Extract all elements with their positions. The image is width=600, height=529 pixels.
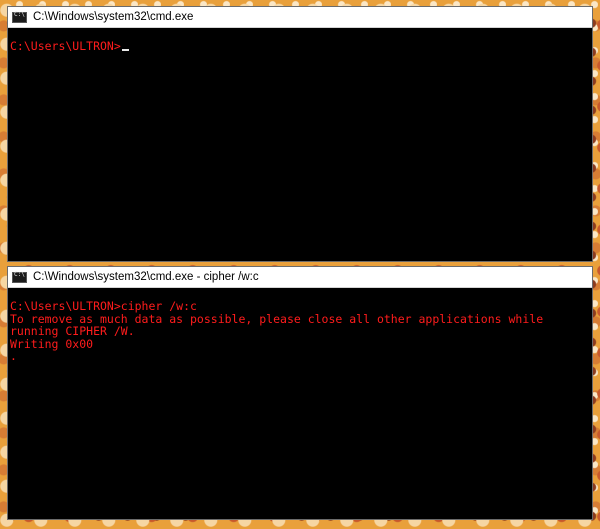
text-cursor: [121, 49, 129, 51]
console-output[interactable]: C:\Users\ULTRON>cipher /w:c To remove as…: [8, 289, 592, 519]
titlebar[interactable]: C:\Windows\system32\cmd.exe: [8, 7, 592, 28]
cmd-console-icon[interactable]: [12, 11, 27, 23]
window-title: C:\Windows\system32\cmd.exe - cipher /w:…: [33, 271, 259, 283]
cmd-console-icon[interactable]: [12, 271, 27, 283]
console-line-warning-cont: running CIPHER /W.: [10, 324, 135, 339]
prompt-text: C:\Users\ULTRON>: [10, 39, 121, 53]
console-line-command: C:\Users\ULTRON>cipher /w:c: [10, 299, 197, 313]
prompt-line: C:\Users\ULTRON>: [10, 40, 592, 53]
cmd-window-top[interactable]: C:\Windows\system32\cmd.exe C:\Users\ULT…: [8, 7, 592, 261]
console-line-progress: .: [10, 349, 17, 364]
cmd-window-bottom[interactable]: C:\Windows\system32\cmd.exe - cipher /w:…: [8, 267, 592, 519]
window-title: C:\Windows\system32\cmd.exe: [33, 11, 194, 23]
titlebar[interactable]: C:\Windows\system32\cmd.exe - cipher /w:…: [8, 267, 592, 288]
console-output[interactable]: C:\Users\ULTRON>: [8, 29, 592, 261]
console-line-status: Writing 0x00: [10, 336, 94, 351]
